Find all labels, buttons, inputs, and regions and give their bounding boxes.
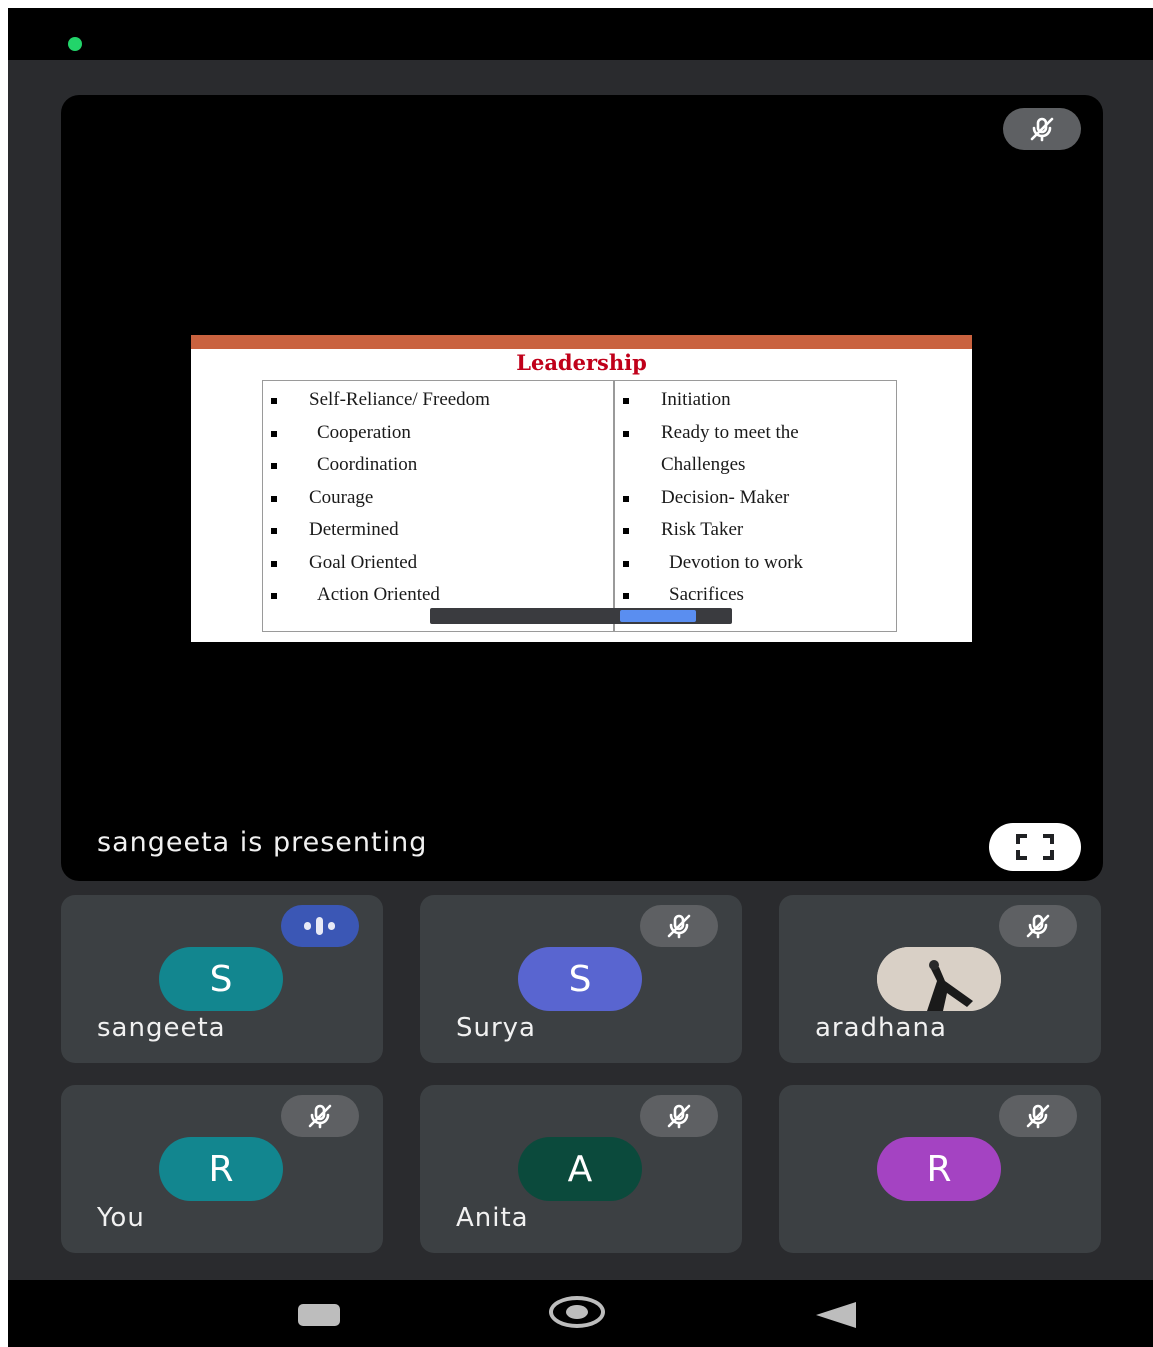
mic-off-icon xyxy=(281,1095,359,1137)
stop-sharing-button xyxy=(620,610,696,622)
slide-table-divider xyxy=(613,381,615,631)
participant-name: aradhana xyxy=(815,1013,947,1043)
slide-bullet-item: Action Oriented xyxy=(271,579,609,612)
mic-off-icon xyxy=(640,905,718,947)
avatar-photo xyxy=(877,947,1001,1011)
fullscreen-button[interactable] xyxy=(989,823,1081,871)
slide-left-column: Self-Reliance/ Freedom Cooperation Coord… xyxy=(271,384,609,612)
avatar: S xyxy=(518,947,642,1011)
avatar: R xyxy=(877,1137,1001,1201)
status-bar xyxy=(8,8,1153,60)
slide-bullet-item: Goal Oriented xyxy=(271,547,609,580)
slide-bullet-item: Initiation xyxy=(623,384,893,417)
slide-continuation-line: Challenges xyxy=(661,454,746,475)
slide-bullet-item: Courage xyxy=(271,482,609,515)
participant-name: Anita xyxy=(456,1203,529,1233)
mic-off-icon xyxy=(640,1095,718,1137)
back-icon[interactable] xyxy=(816,1302,856,1328)
slide-bullet-item: Coordination xyxy=(271,449,609,482)
camera-indicator-dot xyxy=(68,37,82,51)
slide-bullet-item: Ready to meet the xyxy=(623,417,893,450)
shared-slide: Leadership Self-Reliance/ Freedom Cooper… xyxy=(191,335,972,642)
mic-off-icon xyxy=(999,905,1077,947)
mic-off-icon xyxy=(1003,108,1081,150)
mic-off-icon xyxy=(999,1095,1077,1137)
meeting-screen: Leadership Self-Reliance/ Freedom Cooper… xyxy=(8,8,1153,1347)
participant-name: You xyxy=(97,1203,145,1233)
presenter-label: sangeeta is presenting xyxy=(97,827,428,858)
presentation-tile[interactable]: Leadership Self-Reliance/ Freedom Cooper… xyxy=(61,95,1103,881)
participant-tile-anita[interactable]: A Anita xyxy=(420,1085,742,1253)
home-icon[interactable] xyxy=(549,1296,605,1328)
participant-name: sangeeta xyxy=(97,1013,226,1043)
screen-share-notice-bar xyxy=(430,608,732,624)
slide-right-column: Initiation Ready to meet the Challenges … xyxy=(623,384,893,612)
slide-table: Self-Reliance/ Freedom Cooperation Coord… xyxy=(262,380,897,632)
audio-level-icon xyxy=(281,905,359,947)
slide-bullet-item: Sacrifices xyxy=(623,579,893,612)
avatar: R xyxy=(159,1137,283,1201)
participant-name: Surya xyxy=(456,1013,536,1043)
avatar: A xyxy=(518,1137,642,1201)
participant-tile-you[interactable]: R You xyxy=(61,1085,383,1253)
participant-tile-sangeeta[interactable]: S sangeeta xyxy=(61,895,383,1063)
participant-tile-r[interactable]: R xyxy=(779,1085,1101,1253)
slide-bullet-item: Cooperation xyxy=(271,417,609,450)
slide-header-bar xyxy=(191,335,972,349)
avatar: S xyxy=(159,947,283,1011)
slide-bullet-item: Risk Taker xyxy=(623,514,893,547)
slide-bullet-item: Decision- Maker xyxy=(623,482,893,515)
recents-icon[interactable] xyxy=(298,1304,340,1326)
participant-tile-aradhana[interactable]: aradhana xyxy=(779,895,1101,1063)
participant-tile-surya[interactable]: S Surya xyxy=(420,895,742,1063)
system-navigation-bar xyxy=(8,1280,1153,1347)
slide-bullet-item: Determined xyxy=(271,514,609,547)
fullscreen-icon xyxy=(1016,834,1054,860)
slide-bullet-item: Devotion to work xyxy=(623,547,893,580)
slide-bullet-item: Self-Reliance/ Freedom xyxy=(271,384,609,417)
slide-title: Leadership xyxy=(516,350,647,375)
